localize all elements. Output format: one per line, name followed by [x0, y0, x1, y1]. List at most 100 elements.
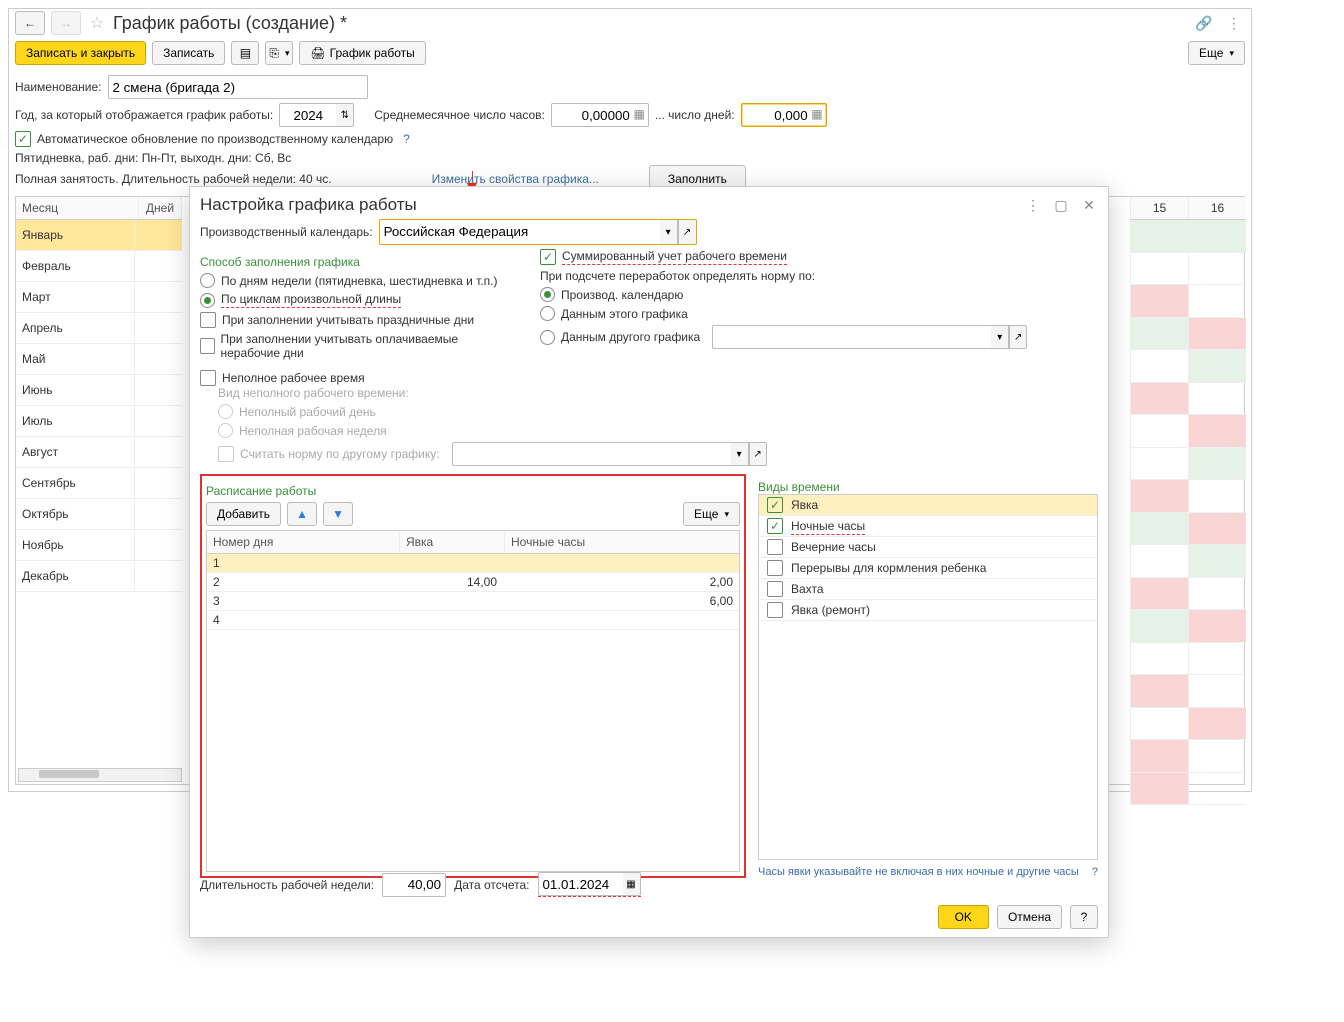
- time-types-list[interactable]: ✓Явка✓Ночные часыВечерние часыПерерывы д…: [758, 494, 1098, 860]
- months-hscrollbar[interactable]: [18, 768, 182, 782]
- respect-paid-nonwork-checkbox[interactable]: [200, 338, 215, 354]
- time-type-checkbox[interactable]: [767, 602, 783, 618]
- back-button[interactable]: ←: [15, 11, 45, 35]
- auto-update-checkbox[interactable]: ✓: [15, 131, 31, 147]
- overtime-label: При подсчете переработок определять норм…: [540, 269, 1027, 283]
- name-label: Наименование:: [15, 80, 102, 94]
- time-type-checkbox[interactable]: [767, 539, 783, 555]
- arrow-down-icon: ▼: [332, 507, 344, 521]
- printer-icon: 🖨: [310, 46, 325, 60]
- time-type-row[interactable]: ✓Явка: [759, 495, 1097, 516]
- table-row[interactable]: 214,002,00: [207, 573, 739, 592]
- day-col-16: 16: [1188, 197, 1246, 219]
- calendar-cell: [1130, 740, 1246, 773]
- time-type-checkbox[interactable]: ✓: [767, 518, 783, 534]
- start-date-field[interactable]: [538, 872, 623, 896]
- time-type-checkbox[interactable]: ✓: [767, 497, 783, 513]
- ok-button[interactable]: OK: [938, 905, 989, 929]
- table-row[interactable]: 36,00: [207, 592, 739, 611]
- radio-ov-this[interactable]: [540, 306, 555, 321]
- month-row[interactable]: Январь: [16, 220, 182, 251]
- calendar-cell: [1130, 285, 1246, 318]
- calendar-cell: [1130, 610, 1246, 643]
- week-dur-label: Длительность рабочей недели:: [200, 878, 374, 892]
- more-vertical-icon[interactable]: ⋮: [1223, 12, 1245, 34]
- help-icon[interactable]: ?: [1092, 866, 1098, 878]
- ov-other-dropdown-button[interactable]: ▾: [991, 325, 1009, 349]
- calendar-cell: [1130, 220, 1246, 253]
- month-row[interactable]: Август: [16, 437, 182, 468]
- month-row[interactable]: Июль: [16, 406, 182, 437]
- time-type-checkbox[interactable]: [767, 560, 783, 576]
- calendar-open-button[interactable]: ↗: [678, 220, 696, 244]
- calendar-cell: [1130, 318, 1246, 351]
- avg-hours-field[interactable]: [551, 103, 649, 127]
- settings-dialog: Настройка графика работы ⋮ ▢ ✕ Производс…: [189, 186, 1109, 938]
- start-date-calendar-button[interactable]: ▦: [623, 872, 641, 896]
- calendar-field[interactable]: [380, 220, 660, 242]
- move-up-button[interactable]: ▲: [287, 502, 317, 526]
- dialog-more-icon[interactable]: ⋮: [1024, 197, 1042, 214]
- respect-holidays-checkbox[interactable]: [200, 312, 216, 328]
- cancel-button[interactable]: Отмена: [997, 905, 1062, 929]
- radio-partial-day: [218, 404, 233, 419]
- add-row-button[interactable]: Добавить: [206, 502, 281, 526]
- calendar-cell: [1130, 773, 1246, 806]
- change-props-link[interactable]: Изменить свойства графика...: [432, 172, 599, 187]
- report-button[interactable]: ▤: [231, 41, 259, 65]
- month-row[interactable]: Март: [16, 282, 182, 313]
- table-row[interactable]: 4: [207, 611, 739, 630]
- days-field[interactable]: [741, 103, 827, 127]
- month-row[interactable]: Февраль: [16, 251, 182, 282]
- partial-time-checkbox[interactable]: [200, 370, 216, 386]
- count-by-other-dropdown-button: ▾: [731, 442, 749, 466]
- help-button[interactable]: ?: [1070, 905, 1098, 929]
- summary-line1: Пятидневка, раб. дни: Пн-Пт, выходн. дни…: [15, 151, 1245, 165]
- schedule-more-button[interactable]: Еще▾: [683, 502, 740, 526]
- radio-by-cycles[interactable]: [200, 293, 215, 308]
- time-type-row[interactable]: Вечерние часы: [759, 537, 1097, 558]
- calendar-dropdown-button[interactable]: ▾: [660, 220, 678, 244]
- save-button[interactable]: Записать: [152, 41, 225, 65]
- name-field[interactable]: [108, 75, 368, 99]
- radio-by-weekdays[interactable]: [200, 273, 215, 288]
- ov-other-field[interactable]: [712, 325, 991, 349]
- count-by-other-open-button: ↗: [749, 442, 767, 466]
- favorite-icon[interactable]: ☆: [87, 13, 107, 33]
- week-dur-field[interactable]: [382, 873, 446, 897]
- year-spinner[interactable]: ⇅: [336, 103, 354, 127]
- month-row[interactable]: Ноябрь: [16, 530, 182, 561]
- schedule-table[interactable]: Номер дня Явка Ночные часы 1214,002,0036…: [206, 530, 740, 872]
- partial-kind-label: Вид неполного рабочего времени:: [218, 386, 1098, 400]
- radio-ov-other[interactable]: [540, 330, 555, 345]
- time-type-row[interactable]: ✓Ночные часы: [759, 516, 1097, 537]
- dialog-maximize-icon[interactable]: ▢: [1052, 197, 1070, 214]
- time-type-checkbox[interactable]: [767, 581, 783, 597]
- month-row[interactable]: Декабрь: [16, 561, 182, 592]
- calendar-cell: [1130, 383, 1246, 416]
- link-icon[interactable]: 🔗: [1193, 12, 1215, 34]
- col-appearance: Явка: [400, 531, 505, 553]
- time-type-row[interactable]: Явка (ремонт): [759, 600, 1097, 621]
- month-row[interactable]: Апрель: [16, 313, 182, 344]
- dialog-close-icon[interactable]: ✕: [1080, 197, 1098, 214]
- sum-accounting-checkbox[interactable]: ✓: [540, 249, 556, 265]
- save-close-button[interactable]: Записать и закрыть: [15, 41, 146, 65]
- month-row[interactable]: Май: [16, 344, 182, 375]
- time-types-head: Виды времени: [758, 480, 1098, 494]
- month-row[interactable]: Сентябрь: [16, 468, 182, 499]
- time-type-row[interactable]: Перерывы для кормления ребенка: [759, 558, 1097, 579]
- year-field[interactable]: [279, 103, 336, 127]
- help-icon[interactable]: ?: [403, 132, 410, 146]
- month-row[interactable]: Июнь: [16, 375, 182, 406]
- move-down-button[interactable]: ▼: [323, 502, 353, 526]
- summary-line2: Полная занятость. Длительность рабочей н…: [15, 172, 332, 186]
- print-schedule-button[interactable]: 🖨График работы: [299, 41, 425, 65]
- copy-menu-button[interactable]: ⎘▾: [265, 41, 293, 65]
- more-button[interactable]: Еще▾: [1188, 41, 1245, 65]
- time-type-row[interactable]: Вахта: [759, 579, 1097, 600]
- table-row[interactable]: 1: [207, 554, 739, 573]
- ov-other-open-button[interactable]: ↗: [1009, 325, 1027, 349]
- month-row[interactable]: Октябрь: [16, 499, 182, 530]
- radio-ov-calendar[interactable]: [540, 287, 555, 302]
